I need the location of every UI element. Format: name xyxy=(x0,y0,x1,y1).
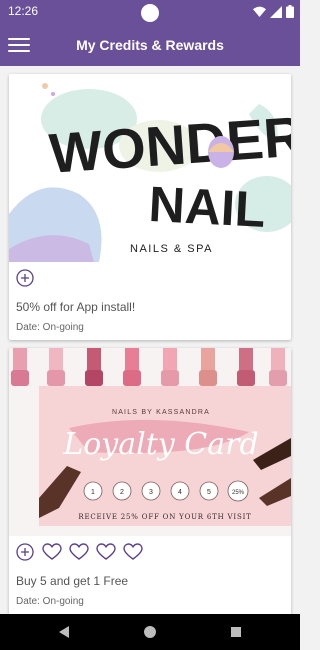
system-nav-bar xyxy=(0,614,300,650)
heart-outline-icon[interactable] xyxy=(123,542,143,562)
stamp-5: 5 xyxy=(207,489,211,496)
reward-image-loyalty-card: NAILS BY KASSANDRA Loyalty Card 1 2 3 4 … xyxy=(9,348,291,536)
reward-date: Date: On-going xyxy=(16,596,84,607)
card-actions xyxy=(15,542,143,562)
wifi-icon xyxy=(253,6,266,17)
reward-card[interactable]: NAILS BY KASSANDRA Loyalty Card 1 2 3 4 … xyxy=(9,348,291,614)
reward-image-wonder-nail: WONDER NAIL NAILS & SPA xyxy=(9,74,291,262)
reward-date: Date: On-going xyxy=(16,322,84,333)
home-icon[interactable] xyxy=(142,624,158,640)
loyalty-card-header: NAILS BY KASSANDRA xyxy=(112,409,210,416)
page-title: My Credits & Rewards xyxy=(76,37,224,53)
battery-icon xyxy=(286,5,294,18)
loyalty-card-offer: RECEIVE 25% OFF ON YOUR 6TH VISIT xyxy=(78,513,251,521)
add-circle-icon[interactable] xyxy=(15,542,35,562)
status-time: 12:26 xyxy=(8,4,39,18)
system-icons xyxy=(253,5,294,18)
brand-line-2: NAIL xyxy=(147,176,266,238)
camera-cutout xyxy=(141,4,159,22)
loyalty-card-title: Loyalty Card xyxy=(62,427,258,462)
status-bar: 12:26 xyxy=(0,0,300,24)
reward-title: 50% off for App install! xyxy=(16,300,136,314)
stamp-4: 4 xyxy=(178,489,182,496)
stamp-2: 2 xyxy=(120,489,124,496)
heart-outline-icon[interactable] xyxy=(69,542,89,562)
card-actions xyxy=(15,268,35,288)
heart-outline-icon[interactable] xyxy=(96,542,116,562)
signal-icon xyxy=(270,5,282,18)
add-circle-icon[interactable] xyxy=(15,268,35,288)
reward-title: Buy 5 and get 1 Free xyxy=(16,574,129,588)
stamp-6: 25% xyxy=(232,490,245,496)
rewards-list[interactable]: WONDER NAIL NAILS & SPA 50% off for App … xyxy=(0,66,300,614)
recents-icon[interactable] xyxy=(228,624,244,640)
app-bar: My Credits & Rewards xyxy=(0,24,300,66)
back-icon[interactable] xyxy=(56,624,72,640)
stamp-3: 3 xyxy=(149,489,153,496)
heart-outline-icon[interactable] xyxy=(42,542,62,562)
brand-tagline: NAILS & SPA xyxy=(130,243,213,255)
stamp-1: 1 xyxy=(91,489,95,496)
reward-card[interactable]: WONDER NAIL NAILS & SPA 50% off for App … xyxy=(9,74,291,340)
